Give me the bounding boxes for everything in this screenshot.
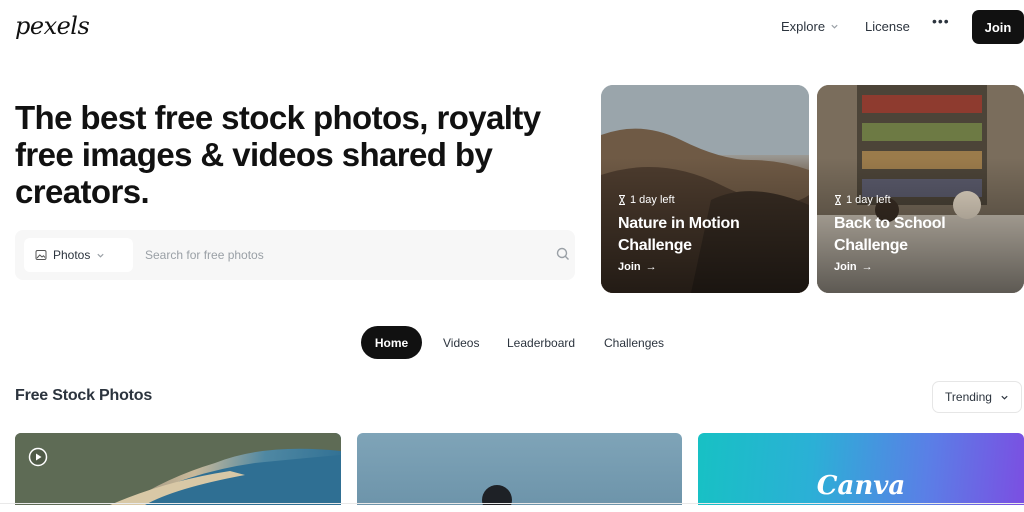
license-link[interactable]: License [865, 19, 910, 34]
challenge-join-link[interactable]: Join → [618, 261, 657, 273]
sort-dropdown[interactable]: Trending [932, 381, 1022, 413]
ad-tile[interactable]: Canva [698, 433, 1024, 505]
more-menu-button[interactable]: ••• [932, 13, 950, 29]
coastal-town-image [15, 433, 341, 505]
sort-label: Trending [945, 390, 992, 404]
arrow-right-icon: → [645, 261, 657, 273]
photo-tile[interactable] [15, 433, 341, 505]
divider [0, 503, 1024, 504]
tab-videos[interactable]: Videos [443, 326, 479, 359]
tab-leaderboard[interactable]: Leaderboard [507, 326, 575, 359]
search-type-dropdown[interactable]: Photos [24, 238, 133, 272]
challenge-title: Back to School Challenge [834, 215, 946, 254]
time-left: 1 day left [618, 194, 675, 206]
hourglass-icon [835, 195, 841, 205]
video-play-icon [28, 447, 48, 467]
search-bar: Photos [15, 230, 575, 280]
search-icon[interactable] [555, 246, 571, 262]
hero-title: The best free stock photos, royalty free… [15, 99, 541, 210]
chevron-down-icon [97, 253, 104, 258]
join-label: Join [834, 261, 857, 273]
time-left: 1 day left [834, 194, 891, 206]
chevron-down-icon [831, 24, 838, 29]
join-label: Join [618, 261, 641, 273]
join-button[interactable]: Join [972, 10, 1024, 44]
tab-home[interactable]: Home [361, 326, 422, 359]
hourglass-icon [619, 195, 625, 205]
site-header: pexels Explore License ••• Join [0, 0, 1024, 54]
challenge-card[interactable]: 1 day left Back to School Challenge Join… [817, 85, 1024, 293]
time-left-label: 1 day left [846, 194, 891, 206]
search-type-label: Photos [53, 248, 91, 262]
canva-logo: Canva [816, 471, 906, 501]
challenge-join-link[interactable]: Join → [834, 261, 873, 273]
image-icon [35, 250, 47, 260]
explore-menu[interactable]: Explore [781, 19, 839, 34]
arrow-right-icon: → [861, 261, 873, 273]
time-left-label: 1 day left [630, 194, 675, 206]
person-silhouette [482, 485, 512, 505]
search-input[interactable] [145, 245, 525, 265]
photo-tile[interactable] [357, 433, 682, 505]
challenge-title: Nature in Motion Challenge [618, 215, 740, 254]
pexels-logo[interactable]: pexels [15, 12, 90, 40]
challenge-card[interactable]: 1 day left Nature in Motion Challenge Jo… [601, 85, 809, 293]
tab-challenges[interactable]: Challenges [604, 326, 664, 359]
explore-label: Explore [781, 19, 826, 34]
chevron-down-icon [1001, 395, 1008, 400]
main-tabs: Home Videos Leaderboard Challenges [361, 326, 664, 359]
section-title: Free Stock Photos [15, 387, 153, 404]
